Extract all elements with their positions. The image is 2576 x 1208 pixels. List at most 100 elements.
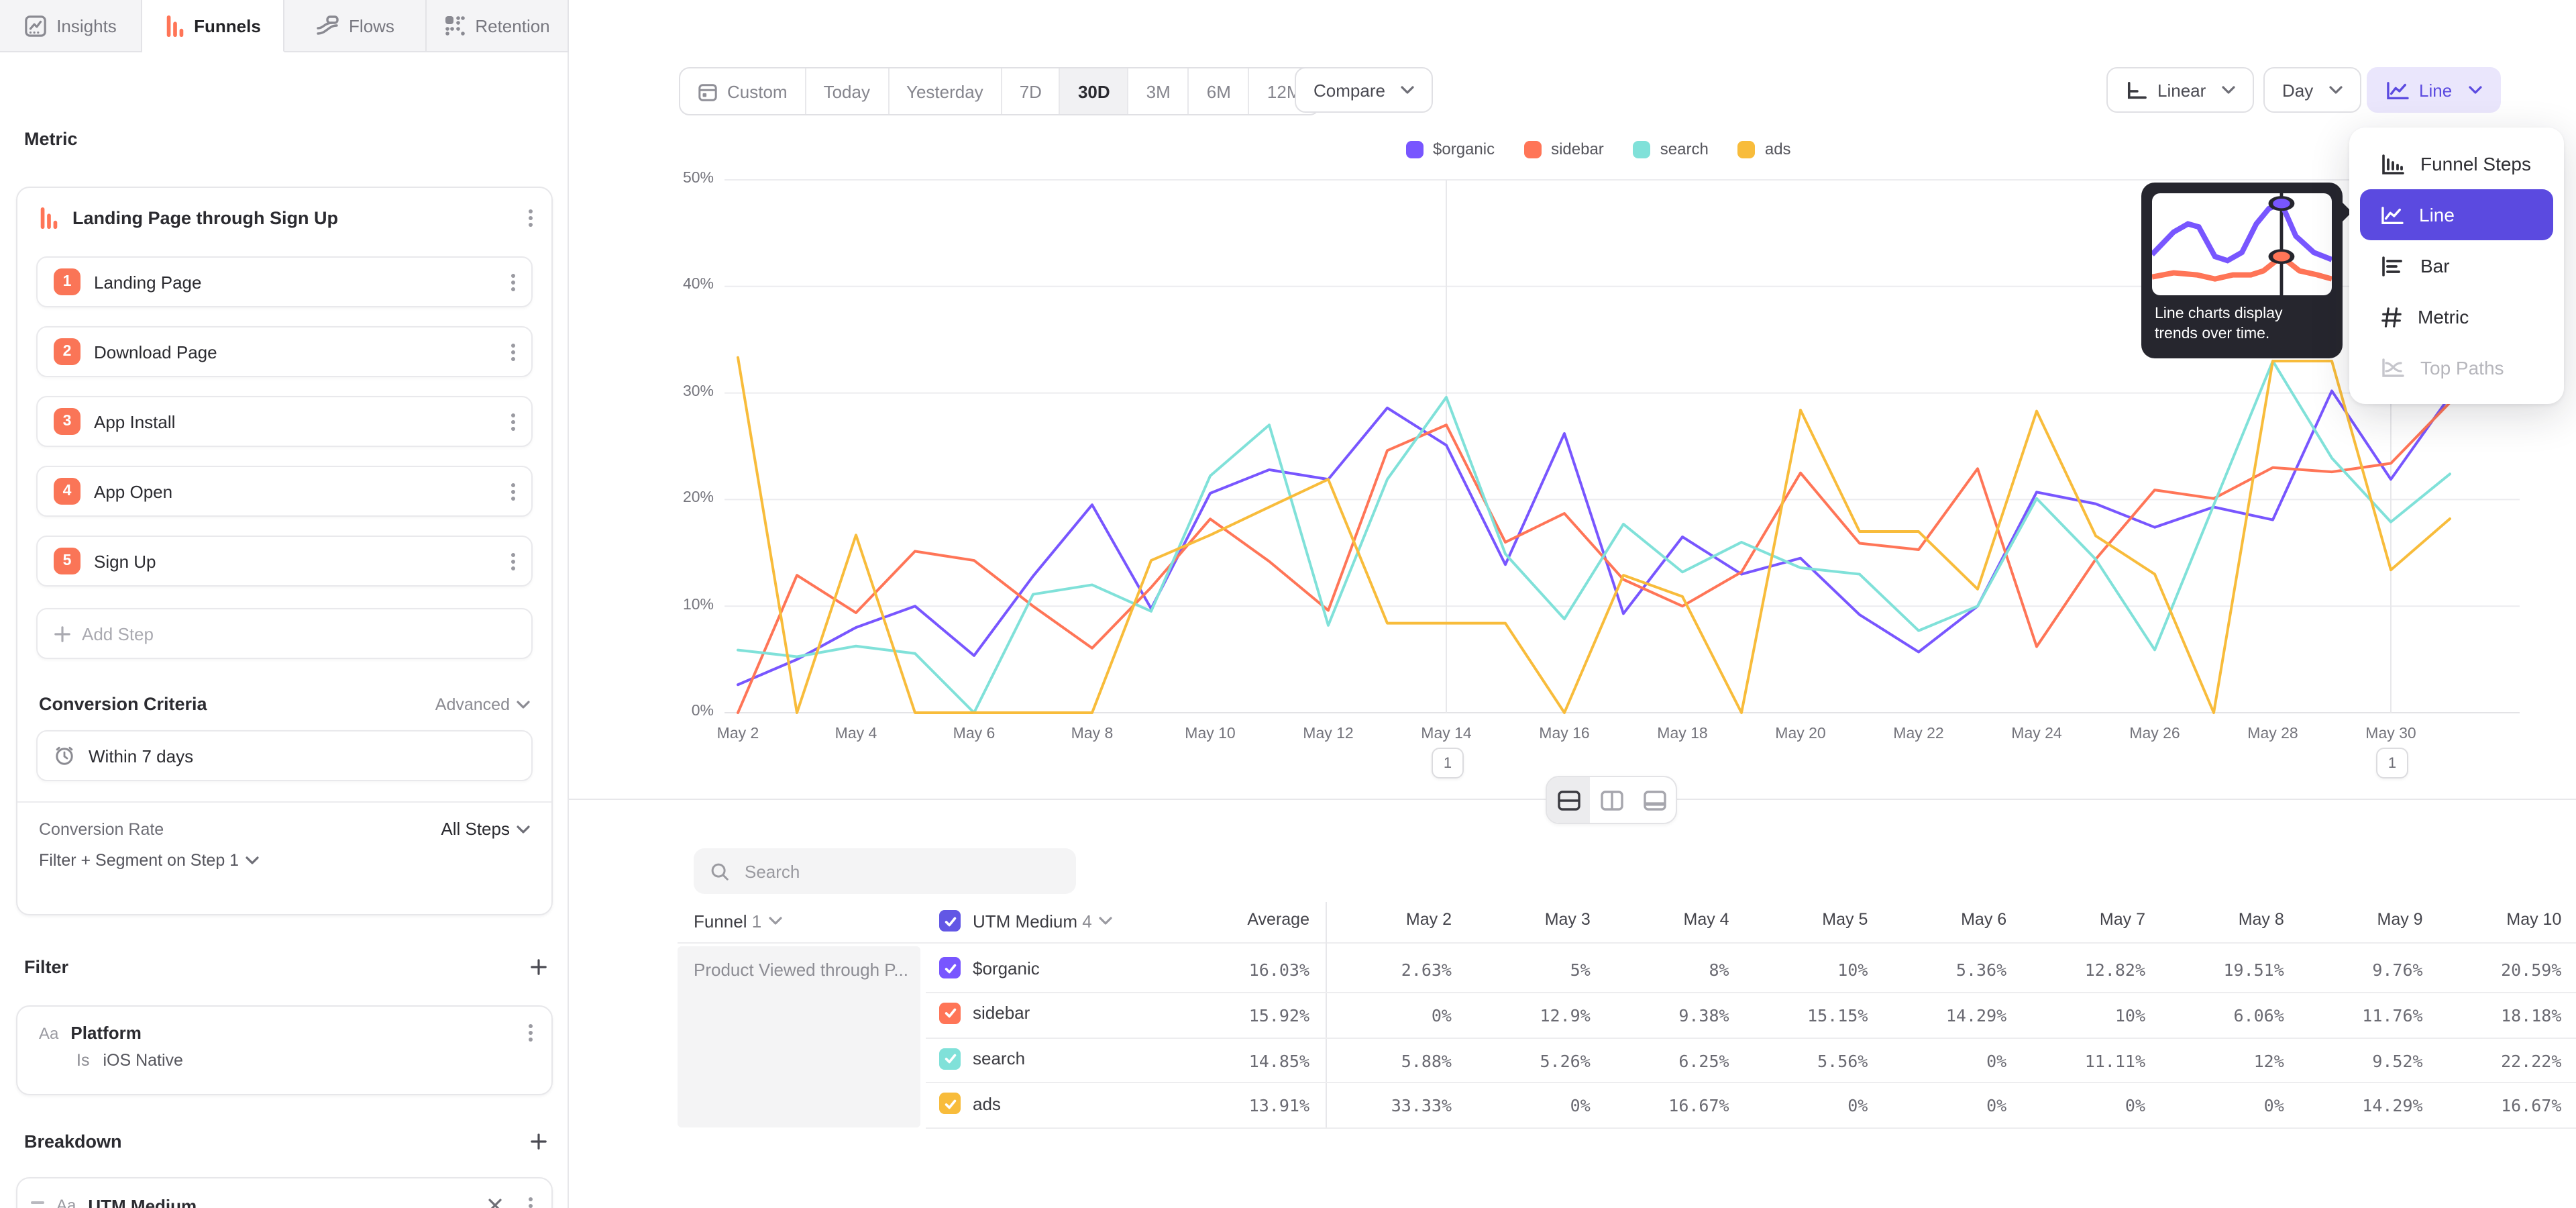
series-checkbox[interactable] bbox=[939, 1003, 961, 1024]
column-header-may-9[interactable]: May 9 bbox=[2275, 910, 2423, 929]
series-label: sidebar bbox=[973, 1003, 1030, 1023]
row-divider bbox=[926, 992, 2576, 993]
x-tick: May 20 bbox=[1744, 726, 1857, 742]
column-header-may-8[interactable]: May 8 bbox=[2137, 910, 2284, 929]
cell-value: 0% bbox=[1998, 1096, 2145, 1116]
series-checkbox[interactable] bbox=[939, 1048, 961, 1069]
cell-value: 22.22% bbox=[2414, 1050, 2561, 1070]
step-kebab-icon[interactable] bbox=[511, 350, 515, 354]
cell-value: 8% bbox=[1582, 960, 1729, 980]
step-kebab-icon[interactable] bbox=[511, 419, 515, 423]
conversion-criteria-row: Conversion Criteria Advanced bbox=[17, 694, 551, 714]
filter-segment-dropdown[interactable]: Filter + Segment on Step 1 bbox=[39, 851, 259, 870]
breakdown-checkbox[interactable] bbox=[939, 910, 961, 932]
conversion-window[interactable]: Within 7 days bbox=[36, 730, 533, 781]
scale-dropdown[interactable]: Linear bbox=[2106, 67, 2254, 113]
x-tick: May 14 bbox=[1390, 726, 1503, 742]
menu-item-line[interactable]: Line bbox=[2360, 189, 2553, 240]
funnel-name-cell[interactable]: Product Viewed through P... bbox=[678, 946, 920, 1127]
menu-item-metric[interactable]: Metric bbox=[2360, 291, 2553, 342]
table-search[interactable] bbox=[694, 848, 1076, 894]
cell-value: 14.29% bbox=[2275, 1096, 2423, 1116]
filter-operator[interactable]: Is bbox=[76, 1051, 89, 1070]
series-row-organic[interactable]: $organic bbox=[939, 957, 1040, 978]
funnel-step-2[interactable]: 2Download Page bbox=[36, 326, 533, 377]
step-label: Download Page bbox=[94, 342, 498, 362]
series-row-sidebar[interactable]: sidebar bbox=[939, 1003, 1030, 1024]
breakdown-kebab-icon[interactable] bbox=[529, 1203, 533, 1207]
range-today[interactable]: Today bbox=[806, 68, 889, 114]
tab-insights[interactable]: Insights bbox=[0, 0, 142, 52]
column-header-average[interactable]: Average bbox=[1162, 910, 1309, 929]
funnel-step-4[interactable]: 4App Open bbox=[36, 466, 533, 517]
step-kebab-icon[interactable] bbox=[511, 559, 515, 563]
step-label: App Open bbox=[94, 481, 498, 501]
step-number-badge: 5 bbox=[54, 548, 80, 574]
filter-card[interactable]: Aa Platform Is iOS Native bbox=[16, 1005, 553, 1095]
tab-retention[interactable]: Retention bbox=[427, 0, 569, 52]
search-input[interactable] bbox=[742, 860, 1060, 883]
breakdown-column-header[interactable]: UTM Medium 4 bbox=[939, 902, 1112, 940]
step-kebab-icon[interactable] bbox=[511, 280, 515, 284]
funnel-header[interactable]: Landing Page through Sign Up bbox=[17, 188, 551, 243]
filter-value[interactable]: iOS Native bbox=[103, 1051, 183, 1070]
remove-breakdown-icon[interactable] bbox=[487, 1197, 503, 1208]
compare-button[interactable]: Compare bbox=[1295, 67, 1434, 113]
column-header-may-4[interactable]: May 4 bbox=[1582, 910, 1729, 929]
layout-table-only-icon[interactable] bbox=[1633, 777, 1676, 823]
chart-type-dropdown[interactable]: Line bbox=[2367, 67, 2500, 113]
tooltip-mini-chart bbox=[2152, 193, 2332, 295]
range-custom[interactable]: Custom bbox=[680, 68, 806, 114]
cell-value: 5.56% bbox=[1720, 1050, 1868, 1070]
line-chart-icon bbox=[2380, 205, 2404, 225]
menu-item-bar[interactable]: Bar bbox=[2360, 240, 2553, 291]
x-tick: May 6 bbox=[918, 726, 1030, 742]
breakdown-card[interactable]: Aa UTM Medium bbox=[16, 1177, 553, 1208]
drag-handle-icon[interactable] bbox=[31, 1201, 44, 1208]
range-30d[interactable]: 30D bbox=[1061, 68, 1129, 114]
step-label: Landing Page bbox=[94, 272, 498, 292]
range-7d[interactable]: 7D bbox=[1002, 68, 1061, 114]
tab-label: Insights bbox=[56, 15, 117, 36]
cell-value: 12% bbox=[2137, 1050, 2284, 1070]
funnel-step-5[interactable]: 5Sign Up bbox=[36, 536, 533, 587]
range-3m[interactable]: 3M bbox=[1129, 68, 1189, 114]
range-yesterday[interactable]: Yesterday bbox=[889, 68, 1002, 114]
funnel-step-3[interactable]: 3App Install bbox=[36, 396, 533, 447]
menu-item-funnel-steps[interactable]: Funnel Steps bbox=[2360, 138, 2553, 189]
series-row-ads[interactable]: ads bbox=[939, 1093, 1001, 1115]
all-steps-dropdown[interactable]: All Steps bbox=[441, 819, 530, 839]
filter-kebab-icon[interactable] bbox=[529, 1031, 533, 1035]
column-header-may-6[interactable]: May 6 bbox=[1859, 910, 2006, 929]
column-header-may-10[interactable]: May 10 bbox=[2414, 910, 2561, 929]
row-divider bbox=[926, 1083, 2576, 1084]
series-checkbox[interactable] bbox=[939, 1093, 961, 1115]
funnel-kebab-icon[interactable] bbox=[529, 216, 533, 220]
tab-flows[interactable]: Flows bbox=[284, 0, 427, 52]
cell-value: 12.82% bbox=[1998, 960, 2145, 980]
x-tick: May 30 bbox=[2334, 726, 2447, 742]
calendar-icon bbox=[698, 81, 718, 101]
add-filter-button[interactable] bbox=[530, 958, 547, 976]
x-tick: May 4 bbox=[800, 726, 912, 742]
funnel-column-header[interactable]: Funnel 1 bbox=[694, 902, 782, 940]
series-row-search[interactable]: search bbox=[939, 1048, 1025, 1069]
add-breakdown-button[interactable] bbox=[530, 1133, 547, 1150]
cell-value: 11.76% bbox=[2275, 1005, 2423, 1025]
funnel-step-1[interactable]: 1Landing Page bbox=[36, 256, 533, 307]
step-kebab-icon[interactable] bbox=[511, 489, 515, 493]
x-tick: May 28 bbox=[2216, 726, 2329, 742]
layout-split-horizontal-icon[interactable] bbox=[1547, 777, 1590, 823]
column-header-may-3[interactable]: May 3 bbox=[1443, 910, 1591, 929]
annotation-badge[interactable]: 1 bbox=[1432, 748, 1464, 778]
tab-funnels[interactable]: Funnels bbox=[142, 0, 284, 52]
advanced-dropdown[interactable]: Advanced bbox=[435, 695, 530, 713]
granularity-dropdown[interactable]: Day bbox=[2263, 67, 2361, 113]
layout-split-vertical-icon[interactable] bbox=[1590, 777, 1633, 823]
column-header-may-7[interactable]: May 7 bbox=[1998, 910, 2145, 929]
add-step-button[interactable]: Add Step bbox=[36, 608, 533, 659]
series-checkbox[interactable] bbox=[939, 957, 961, 978]
column-header-may-5[interactable]: May 5 bbox=[1720, 910, 1868, 929]
range-6m[interactable]: 6M bbox=[1189, 68, 1250, 114]
annotation-badge[interactable]: 1 bbox=[2376, 748, 2408, 778]
